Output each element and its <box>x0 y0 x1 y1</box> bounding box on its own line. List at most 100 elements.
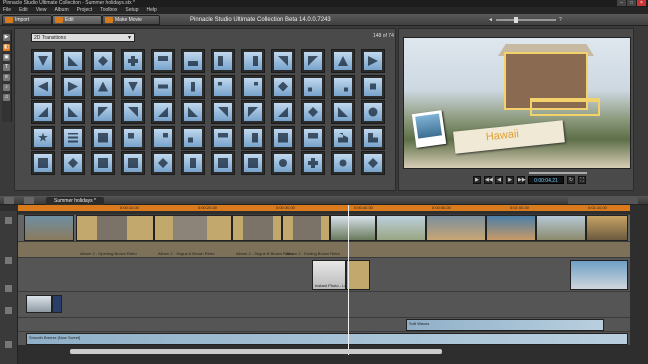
overlay-clip[interactable] <box>570 260 628 290</box>
transition-tile[interactable] <box>91 100 115 124</box>
transition-tile[interactable] <box>211 151 235 175</box>
video-clip[interactable] <box>426 215 486 241</box>
transition-tile[interactable] <box>271 74 295 99</box>
overlay-track-icon[interactable] <box>5 257 12 264</box>
step-forward-button[interactable]: ▶ <box>506 176 514 184</box>
tab-import[interactable]: Import <box>2 15 52 25</box>
transition-tile[interactable] <box>91 151 115 175</box>
menu-project[interactable]: Project <box>77 7 93 14</box>
transition-tile[interactable] <box>301 74 325 99</box>
transition-tile[interactable] <box>181 125 205 150</box>
transition-tile[interactable] <box>121 100 145 124</box>
fast-forward-button[interactable]: ▶▶ <box>517 176 526 184</box>
transition-tile[interactable] <box>121 125 145 150</box>
video-track-icon[interactable] <box>5 217 12 224</box>
theme-clip-segue-a[interactable] <box>154 215 232 241</box>
transition-tile[interactable] <box>121 49 145 73</box>
transition-tile[interactable] <box>31 125 55 150</box>
minimize-button[interactable]: – <box>617 0 626 6</box>
rewind-button[interactable]: ◀◀ <box>484 176 493 184</box>
volume-knob[interactable] <box>513 17 518 23</box>
transition-tile[interactable] <box>121 151 145 175</box>
transition-tile[interactable] <box>361 151 385 175</box>
playhead[interactable] <box>348 205 349 355</box>
transition-tile[interactable] <box>31 49 55 73</box>
menu-help[interactable]: Help <box>147 7 157 14</box>
transition-tile[interactable] <box>151 125 175 150</box>
tab-make-movie[interactable]: Make Movie <box>102 15 160 25</box>
transition-tile[interactable] <box>241 49 265 73</box>
sound-icon[interactable]: ♪ <box>3 84 10 91</box>
video-clip[interactable] <box>586 215 628 241</box>
audio-clip[interactable]: Soft Waves <box>406 319 604 331</box>
transition-tile[interactable] <box>61 125 85 150</box>
transition-tile[interactable] <box>121 74 145 99</box>
menu-toolbox[interactable]: Toolbox <box>100 7 117 14</box>
transition-tile[interactable] <box>181 49 205 73</box>
preview-scrubber[interactable] <box>529 172 587 174</box>
transition-tile[interactable] <box>31 151 55 175</box>
transition-tile[interactable] <box>31 100 55 124</box>
time-ruler[interactable]: 0:00:10.00 0:00:20.00 0:00:30.00 0:00:40… <box>18 205 630 211</box>
video-clip[interactable] <box>536 215 586 241</box>
folder-icon[interactable] <box>24 197 34 204</box>
transition-tile[interactable] <box>331 151 355 175</box>
speaker-icon[interactable]: ◄ <box>488 17 493 23</box>
transition-tile[interactable] <box>241 74 265 99</box>
timeline-scrollbar[interactable] <box>70 349 442 354</box>
title-track-icon[interactable] <box>5 285 12 292</box>
video-clip-hawaii[interactable] <box>330 215 376 241</box>
menu-setup[interactable]: Setup <box>125 7 138 14</box>
transition-tile[interactable] <box>31 74 55 99</box>
timeline-mode-icon[interactable] <box>4 197 14 204</box>
transition-tile[interactable] <box>181 100 205 124</box>
transition-tile[interactable] <box>241 151 265 175</box>
project-tab[interactable]: Summer holidays * <box>46 197 104 205</box>
transition-tile[interactable] <box>331 74 355 99</box>
menu-album[interactable]: Album <box>54 7 68 14</box>
loop-button[interactable]: ↻ <box>567 176 575 184</box>
transition-tile[interactable] <box>181 74 205 99</box>
instant-photo-clip[interactable]: Instant Photo - Loose (s) <box>312 260 359 290</box>
transition-tile[interactable] <box>361 49 385 73</box>
overlay-clip[interactable] <box>346 260 370 290</box>
transition-tile[interactable] <box>361 74 385 99</box>
menu-edit[interactable]: Edit <box>19 7 28 14</box>
timecode-display[interactable]: 0:00:04.21 <box>528 176 564 184</box>
transition-tile[interactable] <box>361 100 385 124</box>
volume-slider[interactable] <box>495 17 556 23</box>
transition-tile[interactable] <box>331 100 355 124</box>
timeline-tools[interactable] <box>568 197 638 204</box>
theme-clip-opening[interactable] <box>76 215 154 241</box>
transition-tile[interactable] <box>241 100 265 124</box>
transition-tile[interactable] <box>91 125 115 150</box>
theme-clip-segue-b[interactable] <box>232 215 282 241</box>
transition-tile[interactable] <box>301 100 325 124</box>
maximize-button[interactable]: □ <box>627 0 636 6</box>
transition-tile[interactable] <box>241 125 265 150</box>
transition-tile[interactable] <box>271 49 295 73</box>
transition-tile[interactable] <box>151 49 175 73</box>
transition-tile[interactable] <box>361 125 385 150</box>
music-track-icon[interactable] <box>5 341 12 348</box>
fullscreen-button[interactable]: ⛶ <box>578 176 586 184</box>
transition-tile[interactable] <box>211 49 235 73</box>
transition-tile[interactable] <box>181 151 205 175</box>
transition-tile[interactable] <box>271 151 295 175</box>
transition-tile[interactable] <box>301 125 325 150</box>
close-button[interactable]: × <box>637 0 646 6</box>
transition-tile[interactable] <box>151 151 175 175</box>
audio-track-icon[interactable] <box>5 307 12 314</box>
transition-tile[interactable] <box>301 151 325 175</box>
transition-tile[interactable] <box>301 49 325 73</box>
transition-category-select[interactable]: 2D Transitions ▼ <box>31 33 135 42</box>
transition-tile[interactable] <box>211 100 235 124</box>
transition-tile[interactable] <box>331 49 355 73</box>
theme-clip-ending[interactable] <box>282 215 330 241</box>
help-icon[interactable]: ? <box>559 17 562 23</box>
title-clip[interactable] <box>52 295 62 313</box>
video-icon[interactable]: ▶ <box>3 34 10 41</box>
transition-tile[interactable] <box>211 74 235 99</box>
transition-tile[interactable] <box>91 74 115 99</box>
video-clip[interactable] <box>24 215 74 241</box>
